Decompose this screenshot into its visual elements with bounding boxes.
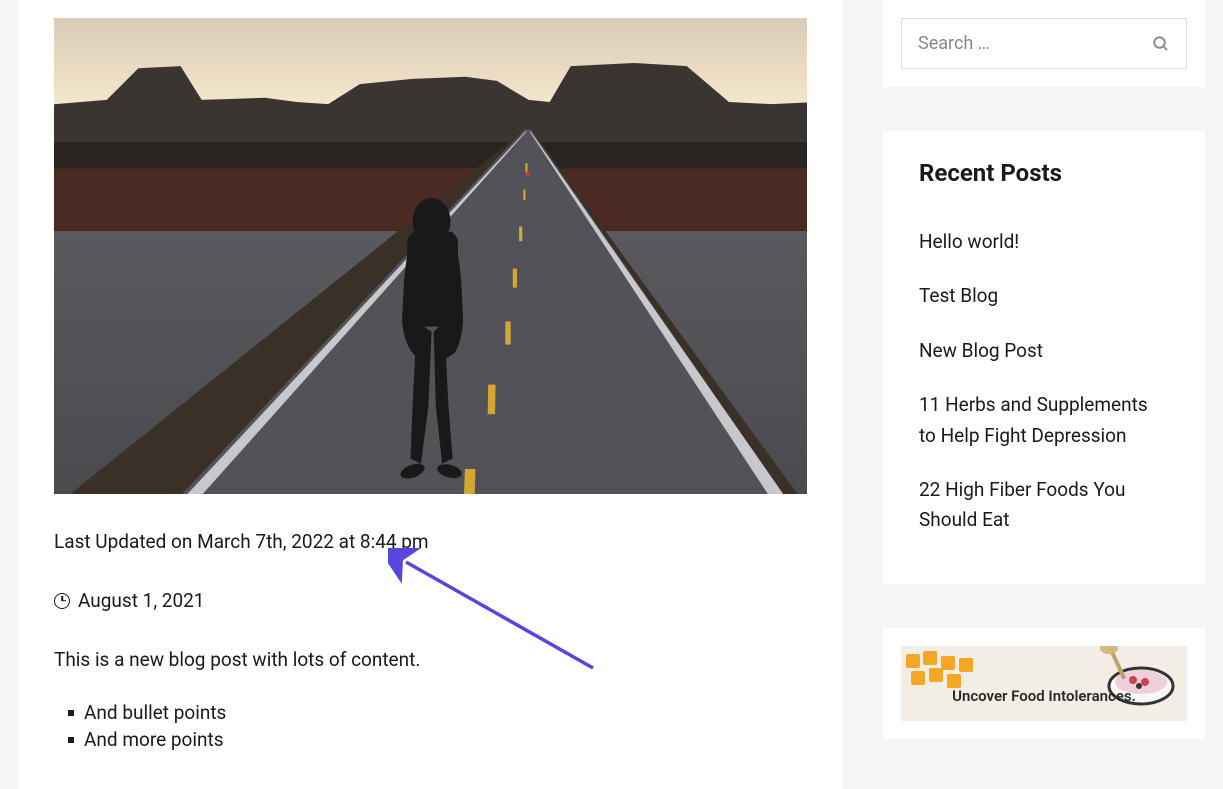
recent-posts-title: Recent Posts	[919, 159, 1169, 187]
last-updated-text: Last Updated on March 7th, 2022 at 8:44 …	[54, 530, 807, 553]
recent-posts-list: Hello world! Test Blog New Blog Post 11 …	[919, 215, 1169, 548]
featured-image	[54, 18, 807, 494]
recent-post-link[interactable]: New Blog Post	[919, 339, 1043, 362]
list-item: And bullet points	[68, 699, 807, 726]
recent-post-link[interactable]: Test Blog	[919, 284, 998, 307]
sidebar: Recent Posts Hello world! Test Blog New …	[883, 0, 1205, 739]
promo-widget: Uncover Food Intolerances.	[883, 628, 1205, 739]
recent-post-link[interactable]: 22 High Fiber Foods You Should Eat	[919, 478, 1125, 531]
list-item: And more points	[68, 726, 807, 753]
recent-posts-widget: Recent Posts Hello world! Test Blog New …	[883, 131, 1205, 584]
post-body-text: This is a new blog post with lots of con…	[54, 648, 807, 671]
search-widget	[883, 0, 1205, 87]
recent-post-item: 22 High Fiber Foods You Should Eat	[919, 463, 1169, 548]
recent-post-link[interactable]: 11 Herbs and Supplements to Help Fight D…	[919, 393, 1148, 446]
search-box[interactable]	[901, 18, 1187, 69]
recent-post-item: 11 Herbs and Supplements to Help Fight D…	[919, 378, 1169, 463]
search-icon[interactable]	[1152, 35, 1170, 53]
recent-post-item: Hello world!	[919, 215, 1169, 269]
promo-image[interactable]: Uncover Food Intolerances.	[901, 646, 1187, 721]
recent-post-item: New Blog Post	[919, 324, 1169, 378]
post-date: August 1, 2021	[54, 589, 807, 612]
post-date-text: August 1, 2021	[78, 589, 205, 612]
main-content: Last Updated on March 7th, 2022 at 8:44 …	[18, 0, 843, 789]
recent-post-link[interactable]: Hello world!	[919, 230, 1019, 253]
post-bullet-list: And bullet points And more points	[54, 699, 807, 753]
clock-icon	[54, 593, 70, 609]
recent-post-item: Test Blog	[919, 269, 1169, 323]
promo-text: Uncover Food Intolerances.	[901, 686, 1187, 707]
search-input[interactable]	[918, 33, 1152, 54]
